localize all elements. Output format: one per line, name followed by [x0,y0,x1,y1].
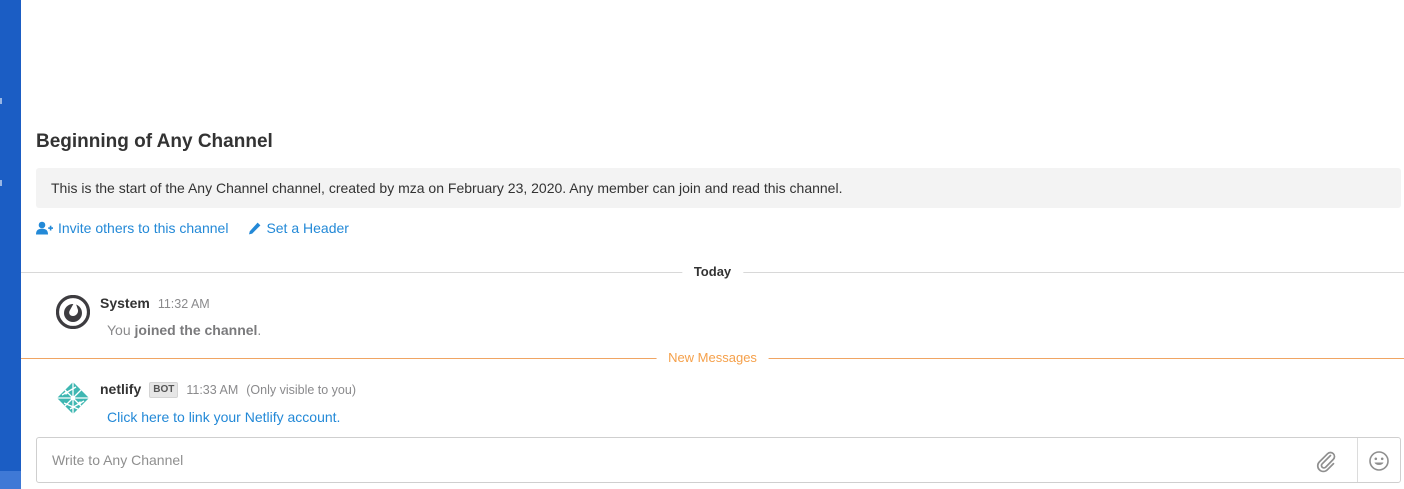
post-message-suffix: . [257,322,262,338]
post-author[interactable]: System [100,295,150,311]
post-time[interactable]: 11:33 AM [186,383,238,397]
post-header: System 11:32 AM [100,295,210,311]
bot-badge: BOT [149,382,179,398]
new-messages-label: New Messages [656,348,769,368]
set-header-button[interactable]: Set a Header [248,220,349,236]
message-composer [36,437,1401,483]
composer-divider [1357,438,1358,482]
date-separator-label: Today [681,262,744,282]
smiley-icon[interactable] [1368,450,1390,472]
paperclip-icon[interactable] [1314,449,1338,473]
post-visibility: (Only visible to you) [246,383,356,397]
sidebar-bottom-bar [0,471,21,489]
date-separator: Today [21,262,1404,282]
post-message-bold: joined the channel [134,322,258,338]
pencil-icon [248,222,261,235]
invite-others-button[interactable]: Invite others to this channel [36,220,228,236]
user-plus-icon [36,221,53,235]
invite-others-label: Invite others to this channel [58,220,229,236]
set-header-label: Set a Header [266,220,349,236]
post-message: You joined the channel. [107,322,261,338]
link-netlify-account[interactable]: Click here to link your Netlify account. [107,409,340,425]
channel-intro-actions: Invite others to this channel Set a Head… [36,218,369,238]
channel-intro-text: This is the start of the Any Channel cha… [36,168,1401,208]
post-list: Beginning of Any Channel This is the sta… [21,0,1404,489]
message-input[interactable] [37,438,1307,482]
mattermost-logo-icon [55,294,91,330]
post-author[interactable]: netlify [100,381,141,397]
post-message: Click here to link your Netlify account. [107,409,340,425]
sidebar-strip [0,0,21,489]
new-messages-separator: New Messages [21,348,1404,368]
post-time[interactable]: 11:32 AM [158,297,210,311]
post-message-prefix: You [107,322,135,338]
sidebar-scroll-tick [0,180,2,186]
post-header: netlify BOT 11:33 AM (Only visible to yo… [100,381,356,400]
sidebar-scroll-tick [0,98,2,104]
channel-intro-title: Beginning of Any Channel [36,131,273,152]
netlify-logo-icon [56,381,90,415]
